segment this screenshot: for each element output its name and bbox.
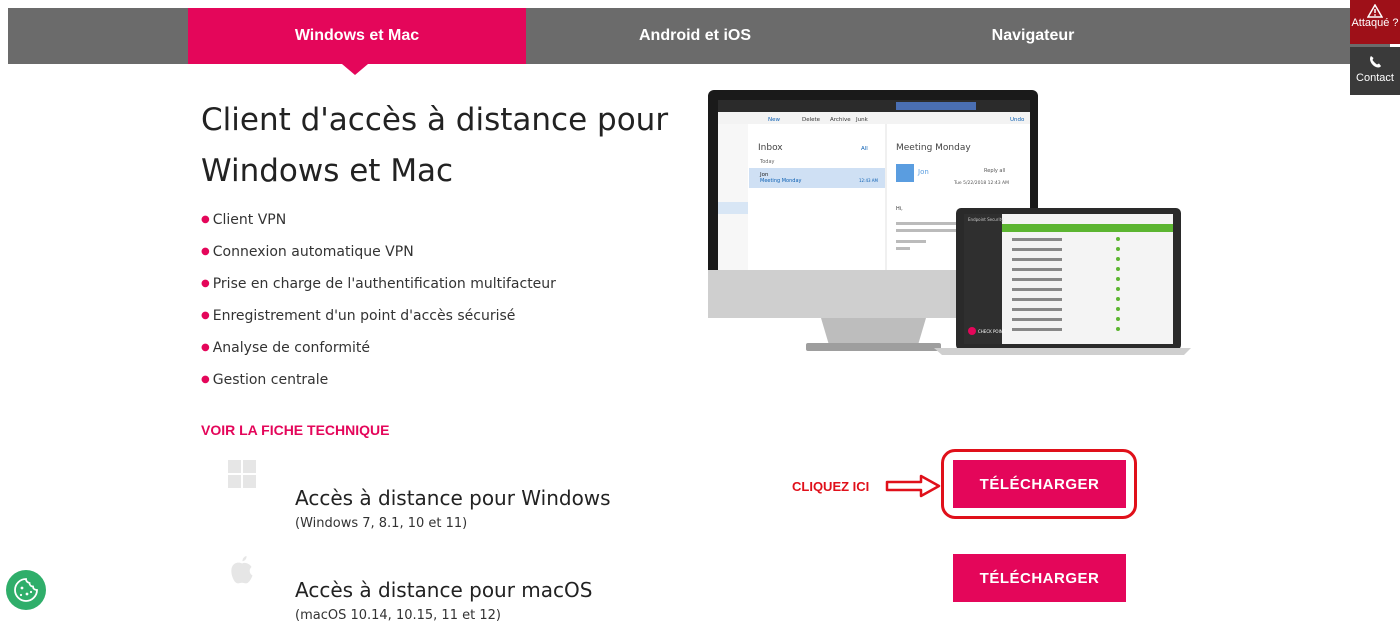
mail-junk-label: Junk: [855, 117, 869, 123]
product-illustration: New Delete Archive Junk Undo Inbox All T…: [708, 90, 1191, 355]
contact-button[interactable]: Contact: [1350, 47, 1400, 95]
mail-time: 12:43 AM: [859, 178, 879, 183]
feature-item: ● Connexion automatique VPN: [201, 242, 556, 274]
bullet-icon: ●: [201, 214, 210, 225]
bullet-icon: ●: [201, 342, 210, 353]
bullet-icon: ●: [201, 374, 210, 385]
apple-icon: [231, 556, 253, 584]
mail-undo-label: Undo: [1010, 117, 1025, 123]
mail-reply-all-label: Reply all: [984, 168, 1005, 174]
security-app-brand: CHECK POINT: [978, 329, 1006, 334]
attack-button[interactable]: Attaqué ?: [1350, 0, 1400, 44]
feature-item: ● Prise en charge de l'authentification m…: [201, 274, 556, 306]
annotation-label: CLIQUEZ ICI: [792, 479, 870, 494]
security-app-title: Endpoint Security: [968, 217, 1004, 222]
feature-label: Prise en charge de l'authentification mu…: [212, 276, 556, 292]
windows-download-title: Accès à distance pour Windows: [295, 486, 611, 510]
tab-android-ios[interactable]: Android et iOS: [526, 8, 864, 64]
feature-label: Gestion centrale: [212, 372, 329, 388]
mail-today-label: Today: [759, 159, 775, 165]
platform-tab-bar: Windows et Mac Android et iOS Navigateur: [8, 8, 1390, 64]
feature-item: ● Enregistrement d'un point d'accès sécur…: [201, 306, 556, 338]
feature-item: ● Client VPN: [201, 210, 556, 242]
tab-windows-mac[interactable]: Windows et Mac: [188, 8, 526, 64]
mail-date: Tue 5/22/2018 12:43 AM: [953, 180, 1009, 186]
bullet-icon: ●: [201, 310, 210, 321]
mail-reading-title: Meeting Monday: [896, 143, 971, 153]
feature-label: Client VPN: [212, 212, 287, 228]
mail-greeting: Hi,: [896, 206, 903, 212]
mail-inbox-label: Inbox: [758, 143, 783, 153]
datasheet-link[interactable]: VOIR LA FICHE TECHNIQUE: [201, 422, 390, 438]
download-windows-button[interactable]: TÉLÉCHARGER: [953, 460, 1126, 508]
phone-icon: [1370, 56, 1381, 68]
feature-item: ● Gestion centrale: [201, 370, 556, 402]
page-title: Client d'accès à distance pour Windows e…: [201, 102, 669, 189]
mail-delete-label: Delete: [802, 117, 821, 123]
windows-download-subtitle: (Windows 7, 8.1, 10 et 11): [295, 516, 468, 531]
mail-archive-label: Archive: [830, 117, 851, 123]
annotation-arrow-icon: [885, 474, 941, 498]
bullet-icon: ●: [201, 278, 210, 289]
bullet-icon: ●: [201, 246, 210, 257]
warning-icon: [1367, 4, 1383, 18]
mail-all-label: All: [861, 146, 868, 152]
mail-new-label: New: [768, 117, 780, 123]
attack-label: Attaqué ?: [1351, 17, 1399, 29]
feature-label: Connexion automatique VPN: [212, 244, 414, 260]
cookie-icon: [14, 578, 38, 602]
feature-list: ● Client VPN ● Connexion automatique VPN ●…: [201, 210, 556, 402]
mail-reading-sender: Jon: [917, 168, 929, 176]
active-tab-pointer: [342, 64, 368, 75]
feature-label: Analyse de conformité: [212, 340, 371, 356]
macos-download-title: Accès à distance pour macOS: [295, 578, 593, 602]
cookie-settings-button[interactable]: [6, 570, 46, 610]
feature-label: Enregistrement d'un point d'accès sécuri…: [212, 308, 516, 324]
tab-navigateur[interactable]: Navigateur: [864, 8, 1202, 64]
feature-item: ● Analyse de conformité: [201, 338, 556, 370]
download-macos-button[interactable]: TÉLÉCHARGER: [953, 554, 1126, 602]
windows-icon: [228, 460, 256, 488]
contact-label: Contact: [1356, 72, 1394, 84]
mail-subject: Meeting Monday: [760, 178, 802, 184]
